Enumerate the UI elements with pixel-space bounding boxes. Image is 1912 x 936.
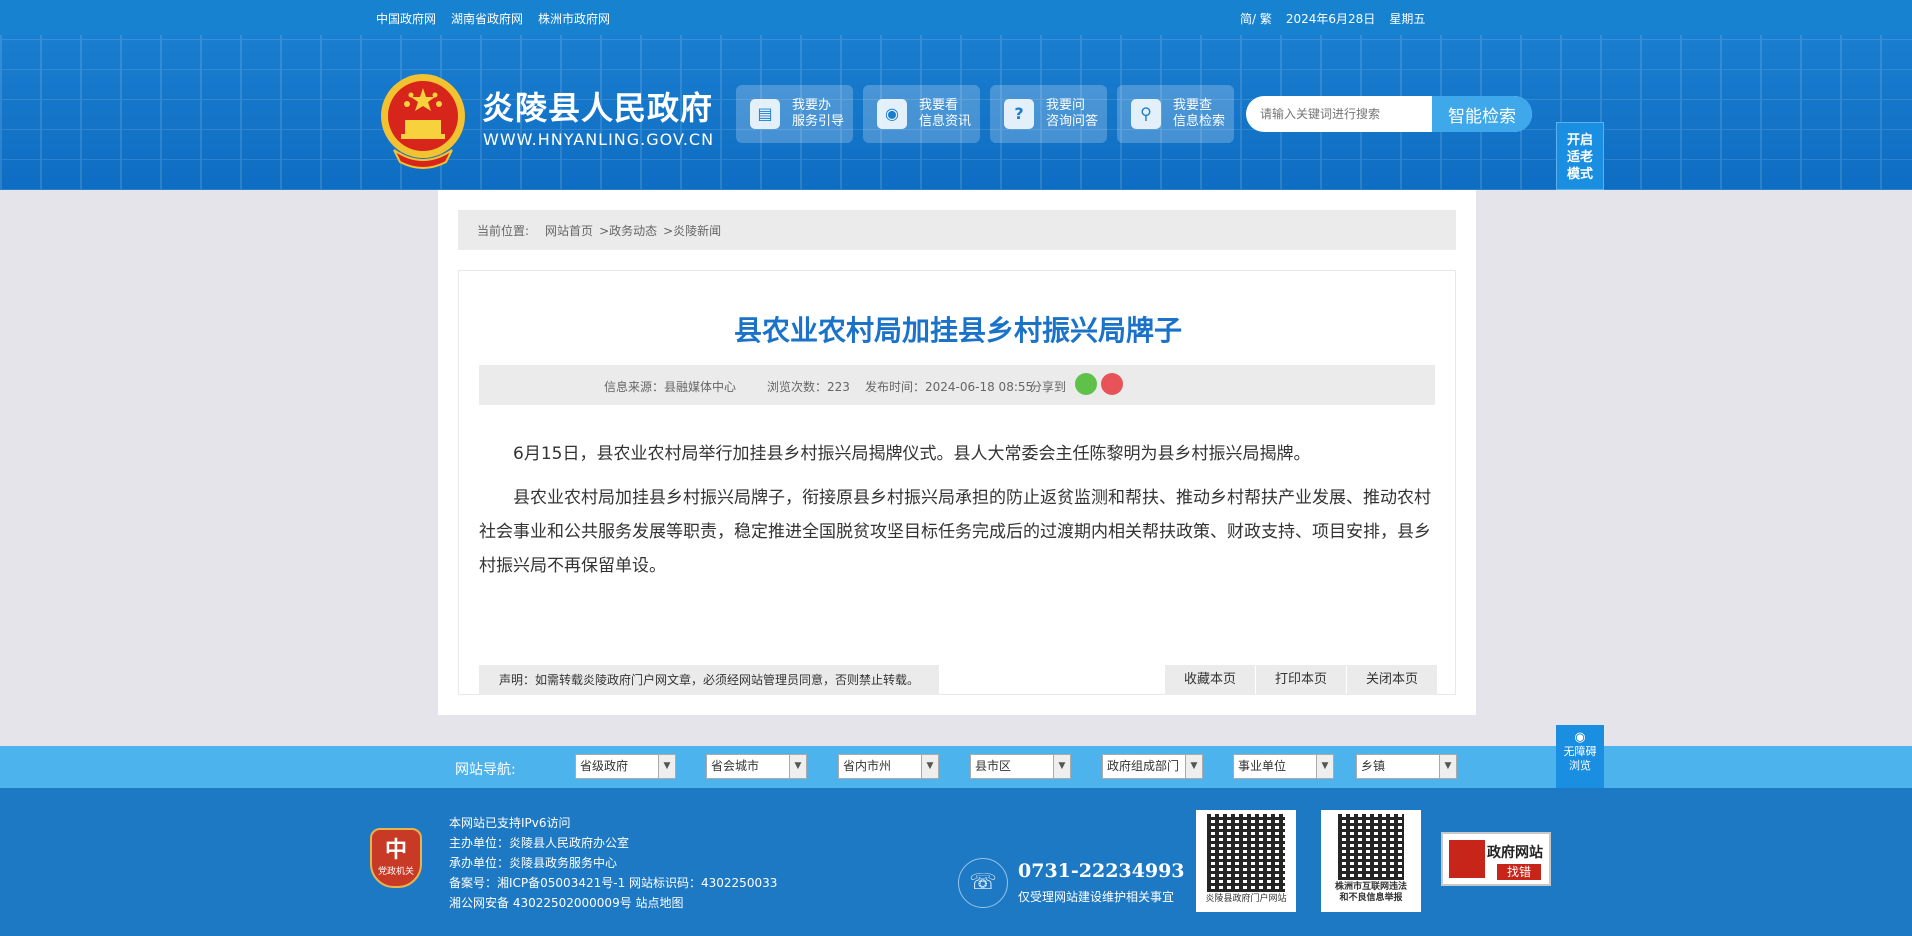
breadcrumb-yanling[interactable]: >炎陵新闻 (663, 222, 721, 239)
link-central-gov[interactable]: 中国政府网 (376, 10, 436, 27)
icp-text: 备案号：湘ICP备05003421号-1 网站标识码：4302250033 (449, 876, 778, 890)
share-label: 分享到 (1030, 380, 1067, 394)
search-input[interactable] (1260, 96, 1430, 132)
qr-code-icon (1207, 814, 1285, 892)
national-emblem-icon[interactable] (376, 70, 470, 170)
question-icon: ? (1004, 99, 1034, 129)
article-source: 信息来源：县融媒体中心 (604, 380, 737, 394)
site-nav-label: 网站导航: (455, 762, 516, 778)
site-nav-bar: 网站导航: 省级政府 ▼ 省会城市 ▼ 省内市州 ▼ 县市区 ▼ 政府组成部门 ▼ 事业单… (0, 746, 1912, 788)
party-gov-badge[interactable]: 中 党政机关 (370, 828, 422, 888)
article-title: 县农业农村局加挂县乡村振兴局牌子 (733, 314, 1182, 347)
chevron-down-icon: ▼ (1439, 755, 1456, 778)
qr-code-portal: 炎陵县政府门户网站 (1196, 810, 1296, 912)
chevron-down-icon: ▼ (1053, 755, 1070, 778)
breadcrumb-home[interactable]: 网站首页 (545, 222, 593, 239)
article-meta: 信息来源：县融媒体中心 浏览次数：223 发布时间：2024-06-18 08:… (479, 365, 1435, 405)
select-towns[interactable]: 乡镇 ▼ (1356, 754, 1457, 779)
phone-icon: ☏ (958, 858, 1008, 908)
sponsor-text: 主办单位：炎陵县人民政府办公室 (449, 836, 630, 850)
copyright-notice: 声明：如需转载炎陵政府门户网文章，必须经网站管理员同意，否则禁止转载。 (479, 665, 939, 695)
select-departments[interactable]: 政府组成部门 ▼ (1102, 754, 1203, 779)
article-paragraph: 县农业农村局加挂县乡村振兴局牌子，衔接原县乡村振兴局承担的防止返贫监测和帮扶、推… (479, 488, 1431, 576)
phone-note: 仅受理网站建设维护相关事宜 (1018, 890, 1175, 904)
ipv6-text: 本网站已支持IPv6访问 (449, 816, 571, 830)
eye-icon: ◉ (1574, 730, 1586, 745)
lang-switch[interactable]: 简/ 繁 (1240, 10, 1272, 27)
smart-search-button[interactable]: 智能检索 (1432, 96, 1532, 132)
service-view-button[interactable]: ◉ 我要看 信息资讯 (863, 85, 980, 143)
top-bar: 中国政府网 湖南省政府网 株洲市政府网 简/ 繁 2024年6月28日 星期五 (0, 0, 1912, 35)
weekday-text: 星期五 (1389, 12, 1426, 26)
service-handle-button[interactable]: ▤ 我要办 服务引导 (736, 85, 853, 143)
page-actions: 收藏本页 打印本页 关闭本页 (1165, 665, 1437, 695)
breadcrumb: 当前位置: 网站首页 >政务动态 >炎陵新闻 (458, 210, 1456, 250)
chevron-down-icon: ▼ (1185, 755, 1202, 778)
site-url: WWW.HNYANLING.GOV.CN (483, 130, 715, 149)
article-views: 浏览次数：223 (767, 380, 850, 394)
security-record-text[interactable]: 湘公网安备 43022502000009号 站点地图 (449, 893, 777, 913)
service-ask-button[interactable]: ? 我要问 咨询问答 (990, 85, 1107, 143)
article-paragraph: 6月15日，县农业农村局举行加挂县乡村振兴局揭牌仪式。县人大常委会主任陈黎明为县… (513, 444, 1311, 464)
search-icon: ⚲ (1131, 99, 1161, 129)
gov-site-error-report-button[interactable]: 政府网站 找错 (1441, 832, 1551, 886)
article-body: 6月15日，县农业农村局举行加挂县乡村振兴局揭牌仪式。县人大常委会主任陈黎明为县… (479, 437, 1435, 593)
site-title: 炎陵县人民政府 (482, 89, 714, 127)
link-hunan-gov[interactable]: 湖南省政府网 (451, 10, 523, 27)
site-header: 炎陵县人民政府 WWW.HNYANLING.GOV.CN ▤ 我要办 服务引导 ◉… (0, 35, 1912, 190)
date-text: 2024年6月28日 (1285, 12, 1376, 26)
select-provincial[interactable]: 省级政府 ▼ (575, 754, 676, 779)
accessibility-button[interactable]: ◉ 无障碍 浏览 (1556, 725, 1604, 788)
chevron-down-icon: ▼ (1316, 755, 1333, 778)
select-counties[interactable]: 县市区 ▼ (970, 754, 1071, 779)
gov-links: 中国政府网 湖南省政府网 株洲市政府网 (376, 10, 610, 27)
print-button[interactable]: 打印本页 (1256, 665, 1346, 695)
footer-info: 本网站已支持IPv6访问 主办单位：炎陵县人民政府办公室 承办单位：炎陵县政务服… (449, 813, 777, 913)
chevron-down-icon: ▼ (658, 755, 675, 778)
magnifier-icon (1449, 840, 1485, 878)
chevron-down-icon: ▼ (789, 755, 806, 778)
elder-mode-button[interactable]: 开启 适老 模式 (1556, 122, 1604, 190)
site-footer: 中 党政机关 本网站已支持IPv6访问 主办单位：炎陵县人民政府办公室 承办单位… (0, 788, 1912, 936)
qr-code-report: 株洲市互联网违法 和不良信息举报 (1321, 810, 1421, 912)
top-right: 简/ 繁 2024年6月28日 星期五 (1240, 10, 1425, 27)
link-zhuzhou-gov[interactable]: 株洲市政府网 (538, 10, 610, 27)
service-search-button[interactable]: ⚲ 我要查 信息检索 (1117, 85, 1234, 143)
article: 县农业农村局加挂县乡村振兴局牌子 信息来源：县融媒体中心 浏览次数：223 发布… (458, 270, 1456, 695)
bookmark-button[interactable]: 收藏本页 (1165, 665, 1255, 695)
chevron-down-icon: ▼ (921, 755, 938, 778)
eye-icon: ◉ (877, 99, 907, 129)
wechat-icon[interactable] (1075, 373, 1097, 395)
main-content: 当前位置: 网站首页 >政务动态 >炎陵新闻 县农业农村局加挂县乡村振兴局牌子 … (438, 190, 1476, 715)
close-button[interactable]: 关闭本页 (1347, 665, 1437, 695)
select-cities[interactable]: 省内市州 ▼ (838, 754, 939, 779)
select-capital[interactable]: 省会城市 ▼ (706, 754, 807, 779)
document-icon: ▤ (750, 99, 780, 129)
article-date: 发布时间：2024-06-18 08:55 (865, 380, 1034, 394)
weibo-icon[interactable] (1101, 373, 1123, 395)
select-institutions[interactable]: 事业单位 ▼ (1233, 754, 1334, 779)
breadcrumb-news[interactable]: >政务动态 (599, 222, 657, 239)
phone-number: 0731-22234993 (1018, 860, 1185, 882)
qr-code-icon (1338, 814, 1404, 880)
search-box: 智能检索 (1246, 96, 1532, 132)
organizer-text: 承办单位：炎陵县政务服务中心 (449, 856, 618, 870)
